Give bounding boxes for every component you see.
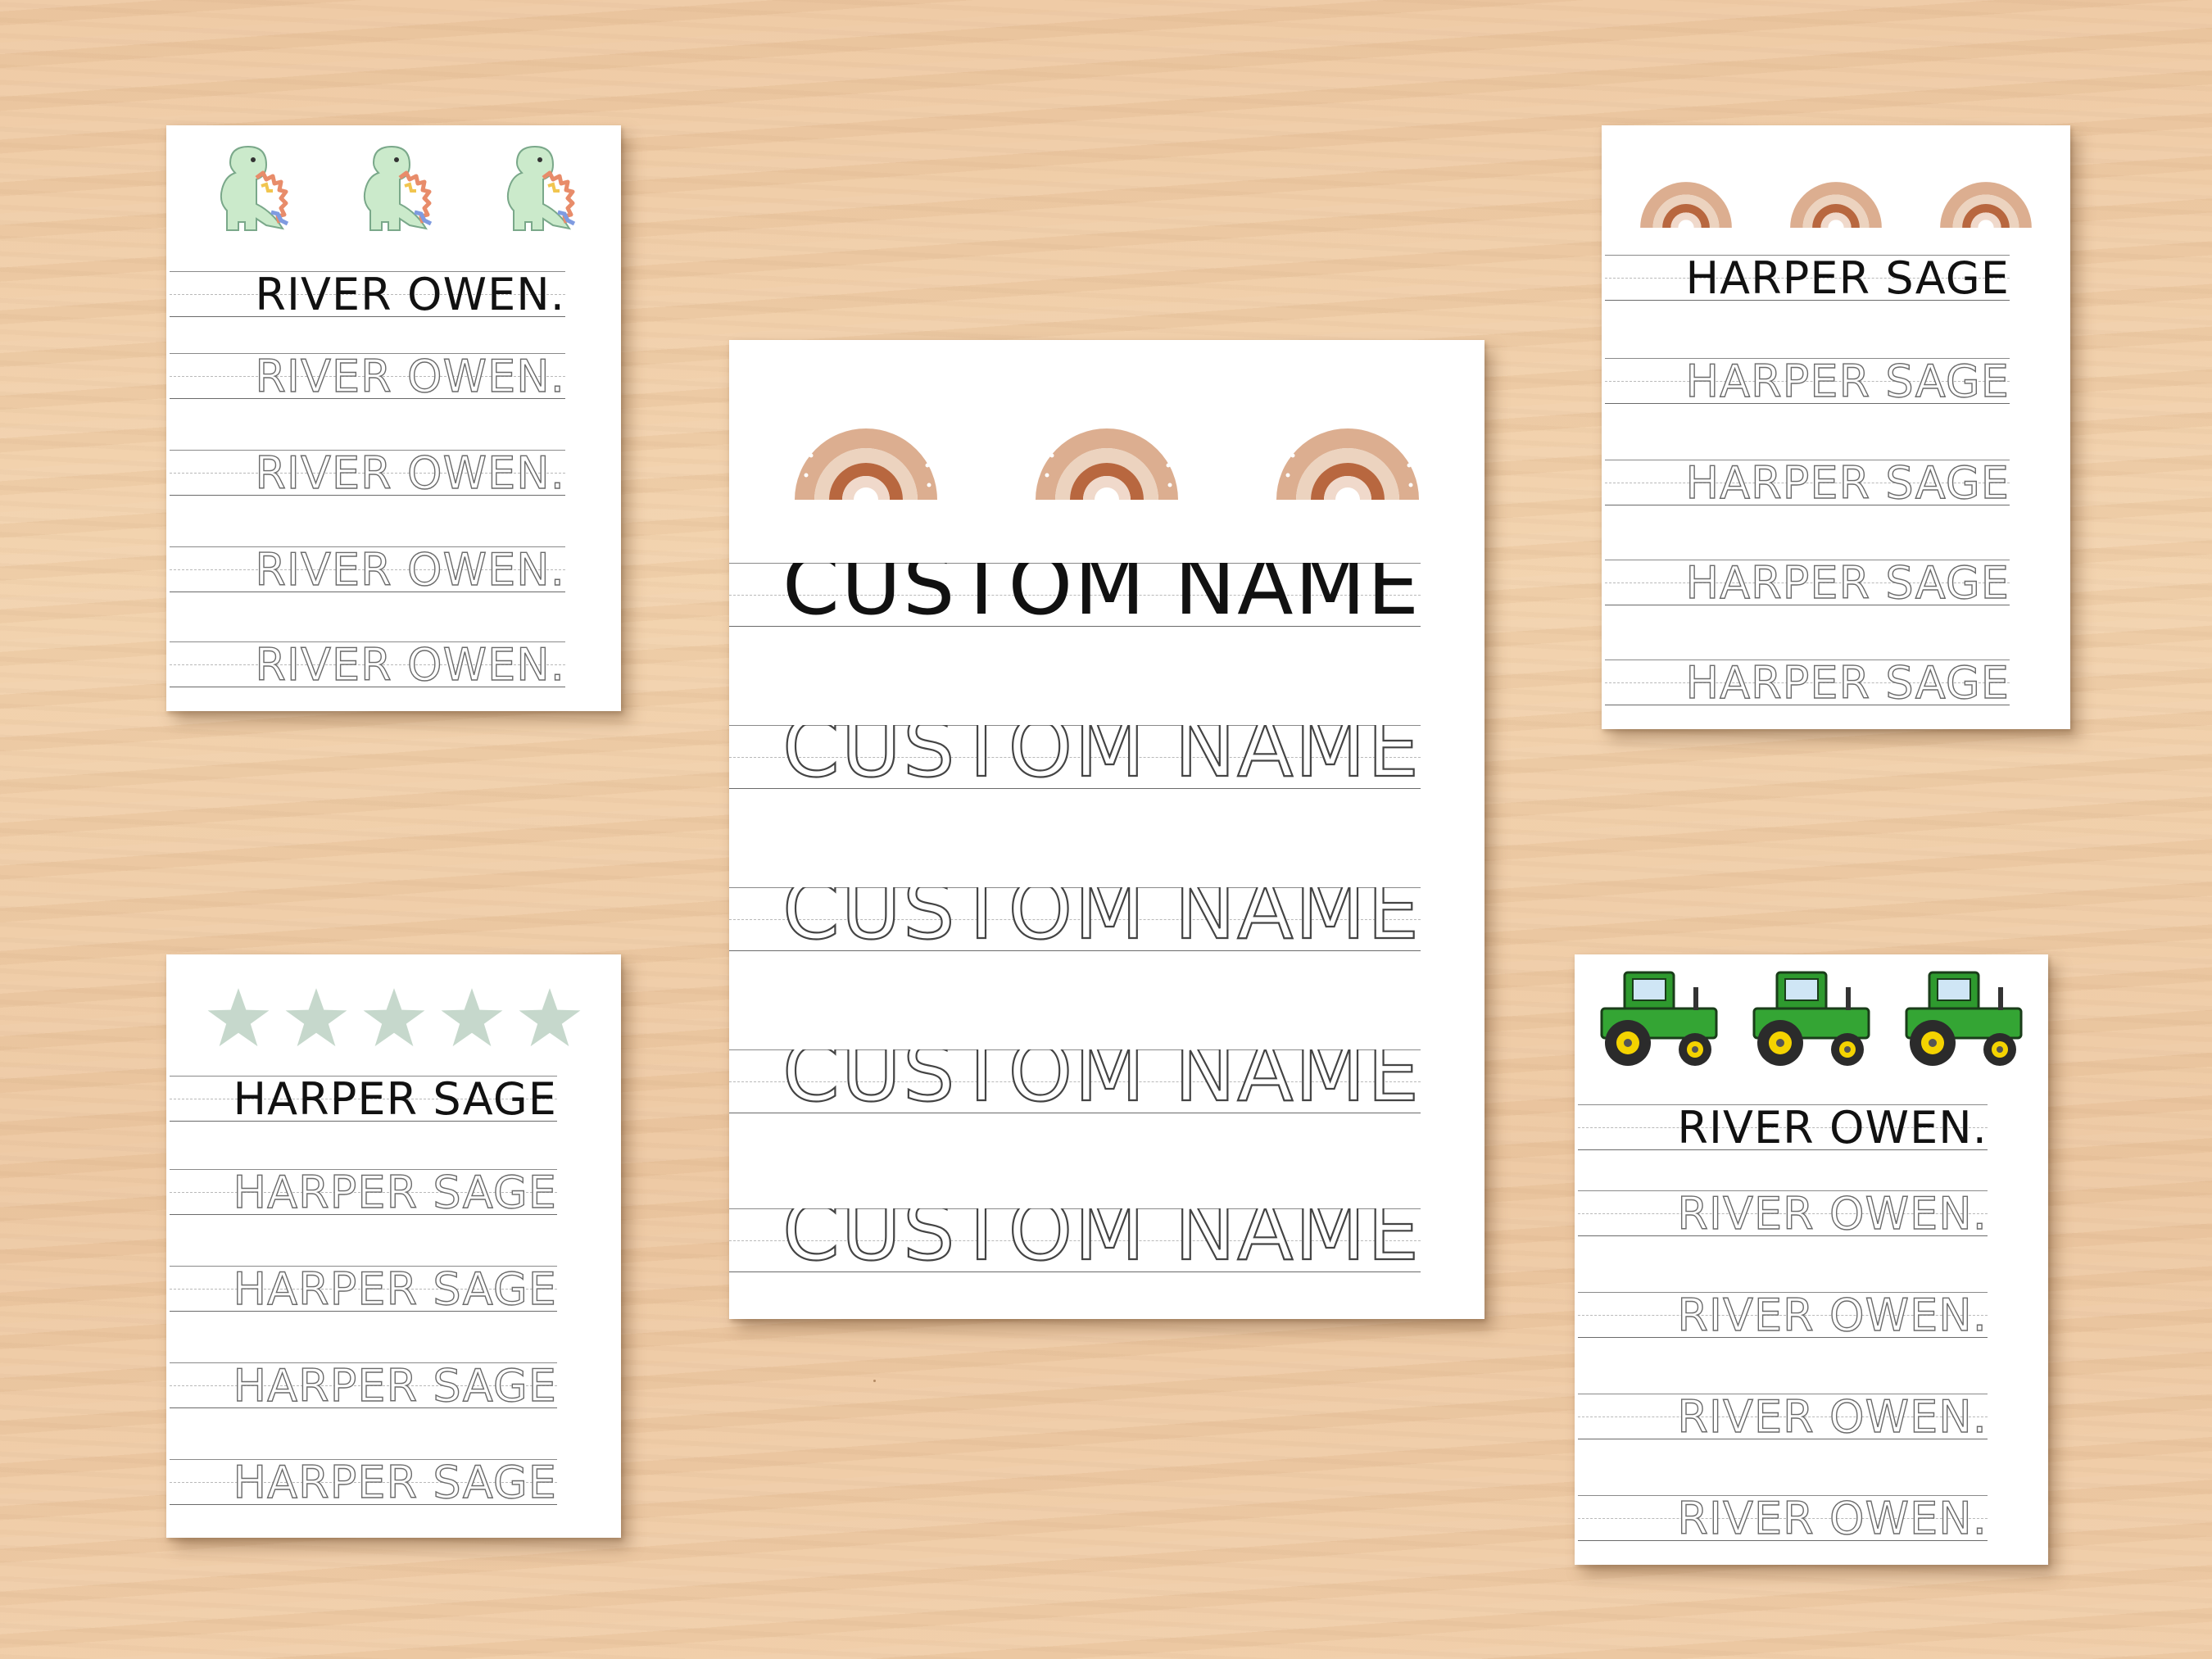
rainbow-icon	[1640, 182, 1733, 228]
name-row-trace: HARPER SAGE	[1605, 358, 2010, 404]
name-row-trace: HARPER SAGE	[1605, 560, 2010, 605]
star-icon	[363, 988, 424, 1047]
trace-name-text: HARPER SAGE	[233, 1362, 557, 1408]
trace-name-text: RIVER OWEN.	[255, 546, 565, 592]
rainbow-icon	[1939, 182, 2032, 228]
star-icon	[285, 988, 347, 1047]
tractor-icon-row	[1575, 963, 2048, 1069]
name-row-trace: HARPER SAGE	[170, 1266, 557, 1312]
name-row-solid: CUSTOM NAME	[729, 563, 1421, 627]
name-row-trace: RIVER OWEN.	[170, 546, 565, 592]
trace-name-text: RIVER OWEN.	[1677, 1495, 1988, 1541]
name-text: CUSTOM NAME	[782, 563, 1421, 627]
name-row-trace: RIVER OWEN.	[170, 353, 565, 399]
name-text: HARPER SAGE	[233, 1076, 557, 1122]
star-icon	[207, 988, 269, 1047]
tractor-icon	[1905, 971, 2023, 1066]
name-row-trace: CUSTOM NAME	[729, 725, 1421, 789]
trace-name-text: HARPER SAGE	[233, 1266, 557, 1312]
name-text: HARPER SAGE	[1685, 255, 2010, 301]
trace-name-text: RIVER OWEN.	[1677, 1394, 1988, 1439]
trace-name-text: CUSTOM NAME	[782, 1208, 1421, 1272]
name-row-trace: HARPER SAGE	[1605, 460, 2010, 505]
trace-name-text: RIVER OWEN.	[1677, 1292, 1988, 1338]
trace-name-text: HARPER SAGE	[1685, 460, 2010, 505]
name-row-trace: RIVER OWEN.	[1578, 1190, 1988, 1236]
name-row-trace: HARPER SAGE	[170, 1362, 557, 1408]
star-icon	[441, 988, 502, 1047]
name-row-solid: RIVER OWEN.	[170, 271, 565, 317]
trace-name-text: RIVER OWEN.	[255, 641, 565, 687]
name-row-solid: HARPER SAGE	[170, 1076, 557, 1122]
rainbow-icon	[795, 410, 937, 500]
trace-name-text: CUSTOM NAME	[782, 1049, 1421, 1113]
name-row-trace: CUSTOM NAME	[729, 1208, 1421, 1272]
star-icon-row	[166, 983, 621, 1049]
trace-name-text: HARPER SAGE	[1685, 358, 2010, 404]
worksheet-dinosaur: RIVER OWEN. RIVER OWEN. RIVER OWEN. RIVE…	[166, 125, 621, 711]
trace-name-text: CUSTOM NAME	[782, 725, 1421, 789]
dinosaur-icon	[506, 145, 575, 231]
name-row-solid: RIVER OWEN.	[1578, 1104, 1988, 1150]
worksheet-rainbow-main: CUSTOM NAME CUSTOM NAME CUSTOM NAME CUST…	[729, 340, 1484, 1319]
worksheet-stars: HARPER SAGE HARPER SAGE HARPER SAGE HARP…	[166, 954, 621, 1538]
rainbow-icon	[1276, 410, 1419, 500]
name-row-trace: CUSTOM NAME	[729, 1049, 1421, 1113]
dinosaur-icon-row	[166, 140, 621, 238]
wood-knot-dot	[873, 1380, 876, 1382]
rainbow-icon-row	[729, 385, 1484, 500]
trace-name-text: CUSTOM NAME	[782, 887, 1421, 951]
name-row-trace: RIVER OWEN.	[1578, 1292, 1988, 1338]
trace-name-text: HARPER SAGE	[1685, 660, 2010, 705]
rainbow-icon	[1036, 410, 1178, 500]
name-row-trace: HARPER SAGE	[170, 1169, 557, 1215]
name-row-trace: RIVER OWEN.	[1578, 1495, 1988, 1541]
name-row-trace: HARPER SAGE	[1605, 660, 2010, 705]
worksheet-tractor: RIVER OWEN. RIVER OWEN. RIVER OWEN. RIVE…	[1575, 954, 2048, 1565]
worksheet-rainbow-small: HARPER SAGE HARPER SAGE HARPER SAGE HARP…	[1602, 125, 2070, 729]
name-row-trace: RIVER OWEN.	[1578, 1394, 1988, 1439]
tractor-icon	[1600, 971, 1718, 1066]
trace-name-text: HARPER SAGE	[233, 1169, 557, 1215]
name-text: RIVER OWEN.	[1677, 1104, 1988, 1150]
rainbow-icon	[1790, 182, 1882, 228]
dinosaur-icon	[220, 145, 288, 231]
name-row-trace: RIVER OWEN.	[170, 641, 565, 687]
name-row-trace: HARPER SAGE	[170, 1459, 557, 1505]
star-icon	[519, 988, 580, 1047]
name-text: RIVER OWEN.	[255, 271, 565, 317]
trace-name-text: RIVER OWEN.	[255, 450, 565, 496]
trace-name-text: HARPER SAGE	[1685, 560, 2010, 605]
name-row-trace: RIVER OWEN.	[170, 450, 565, 496]
tractor-icon	[1752, 971, 1870, 1066]
trace-name-text: RIVER OWEN.	[1677, 1190, 1988, 1236]
trace-name-text: RIVER OWEN.	[255, 353, 565, 399]
name-row-trace: CUSTOM NAME	[729, 887, 1421, 951]
name-row-solid: HARPER SAGE	[1605, 255, 2010, 301]
trace-name-text: HARPER SAGE	[233, 1459, 557, 1505]
dinosaur-icon	[363, 145, 432, 231]
rainbow-icon-row	[1602, 154, 2070, 228]
